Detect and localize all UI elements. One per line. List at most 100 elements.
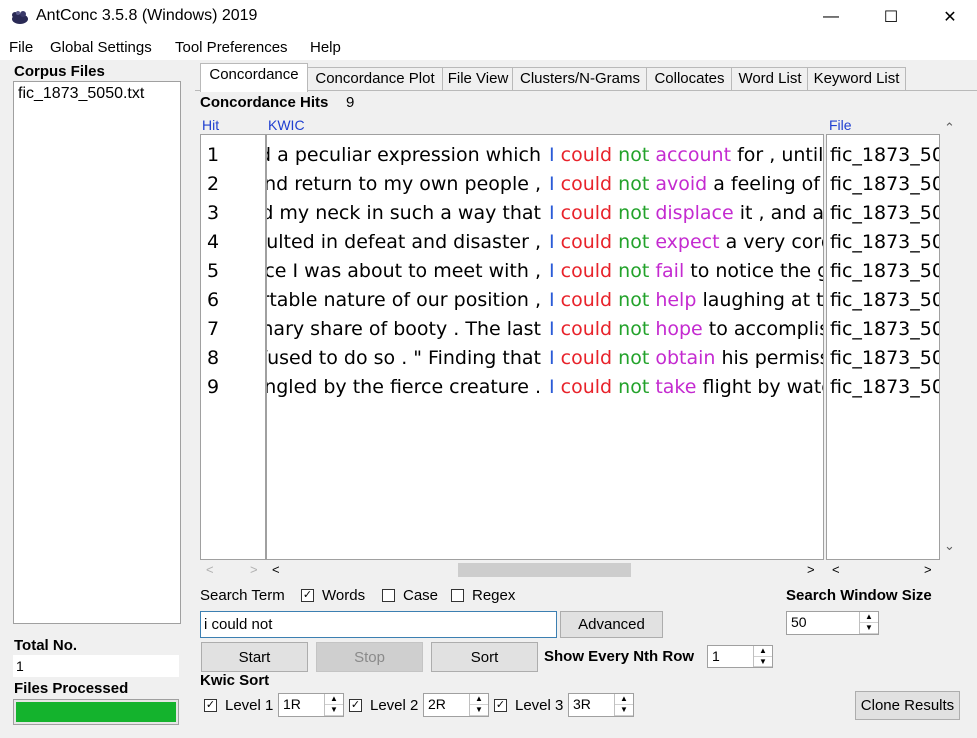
menu-help[interactable]: Help: [310, 39, 341, 56]
level-2-checkbox[interactable]: ✓: [349, 699, 362, 712]
file-horizontal-scrollbar[interactable]: < >: [826, 562, 940, 578]
sort-button[interactable]: Sort: [431, 642, 538, 672]
spin-up-icon[interactable]: ▲: [325, 694, 343, 705]
hit-number: 4: [207, 231, 220, 253]
start-button[interactable]: Start: [201, 642, 308, 672]
menu-file[interactable]: File: [9, 39, 33, 56]
left-context: nd return to my own people ,: [266, 173, 541, 195]
collocate-verb: hope: [655, 318, 703, 340]
scroll-right-icon[interactable]: >: [924, 562, 932, 577]
scroll-down-icon[interactable]: ⌄: [944, 538, 955, 554]
stop-button[interactable]: Stop: [316, 642, 423, 672]
collocate-verb: displace: [655, 202, 734, 224]
tab-word-list[interactable]: Word List: [731, 67, 809, 91]
keyword-i: I: [549, 173, 555, 195]
scroll-left-icon[interactable]: <: [832, 562, 840, 577]
kwic-line[interactable]: inary share of booty . The last I could n…: [267, 315, 823, 344]
hit-column[interactable]: 1 2 3 4 5 6 7 8 9: [200, 134, 266, 560]
kwic-line[interactable]: fused to do so . " Finding that I could n…: [266, 344, 823, 373]
file-column[interactable]: fic_1873_50 fic_1873_50 fic_1873_50 fic_187…: [826, 134, 940, 560]
kwic-line[interactable]: sulted in defeat and disaster , I could n…: [267, 228, 824, 257]
col-header-kwic[interactable]: KWIC: [268, 117, 305, 133]
minimize-button[interactable]: —: [808, 0, 854, 34]
spin-down-icon[interactable]: ▼: [470, 705, 488, 716]
spin-up-icon[interactable]: ▲: [615, 694, 633, 705]
scroll-left-icon[interactable]: <: [272, 562, 280, 577]
maximize-button[interactable]: ☐: [868, 0, 914, 34]
search-window-size-spinner[interactable]: 50 ▲ ▼: [786, 611, 879, 635]
kwic-line[interactable]: d a peculiar expression which I could not…: [267, 141, 824, 170]
right-context: a very cord: [719, 231, 824, 253]
hit-number: 6: [207, 289, 220, 311]
keyword-and-right-context: I could not hope to accomplis: [549, 315, 823, 344]
spin-up-icon[interactable]: ▲: [470, 694, 488, 705]
kwic-horizontal-scrollbar[interactable]: < >: [266, 562, 824, 578]
tab-collocates[interactable]: Collocates: [646, 67, 733, 91]
case-label: Case: [403, 587, 439, 604]
regex-label: Regex: [472, 587, 516, 604]
scroll-right-icon[interactable]: >: [807, 562, 815, 577]
tab-concordance[interactable]: Concordance: [200, 63, 308, 92]
col-header-hit[interactable]: Hit: [202, 117, 219, 133]
hit-number: 2: [207, 173, 220, 195]
keyword-i: I: [549, 318, 555, 340]
advanced-button[interactable]: Advanced: [560, 611, 663, 638]
level-2-label: Level 2: [370, 697, 419, 714]
keyword-and-right-context: I could not obtain his permiss: [549, 344, 823, 373]
close-button[interactable]: ✕: [927, 0, 973, 34]
level-1-spinner[interactable]: 1R ▲ ▼: [278, 693, 344, 717]
collocate-verb: expect: [655, 231, 720, 253]
case-checkbox[interactable]: [382, 589, 395, 602]
spin-down-icon[interactable]: ▼: [325, 705, 343, 716]
spin-up-icon[interactable]: ▲: [754, 646, 772, 657]
keyword-not: not: [618, 347, 650, 369]
nth-row-spinner[interactable]: 1 ▲ ▼: [707, 645, 773, 668]
level-2-spinner[interactable]: 2R ▲ ▼: [423, 693, 489, 717]
spin-down-icon[interactable]: ▼: [754, 657, 772, 667]
corpus-files-list[interactable]: fic_1873_5050.txt: [13, 81, 181, 624]
tab-clusters-ngrams[interactable]: Clusters/N-Grams: [512, 67, 648, 91]
keyword-not: not: [618, 202, 650, 224]
kwic-line[interactable]: d my neck in such a way that I could not …: [267, 199, 824, 228]
tab-concordance-plot[interactable]: Concordance Plot: [306, 67, 444, 91]
scroll-thumb[interactable]: [458, 563, 631, 577]
tab-keyword-list[interactable]: Keyword List: [807, 67, 906, 91]
keyword-and-right-context: I could not expect a very cord: [549, 228, 824, 257]
col-header-file[interactable]: File: [829, 117, 852, 133]
words-checkbox[interactable]: ✓: [301, 589, 314, 602]
tab-file-view[interactable]: File View: [442, 67, 514, 91]
left-context: fused to do so . " Finding that: [266, 347, 541, 369]
regex-checkbox[interactable]: [451, 589, 464, 602]
vertical-scrollbar[interactable]: ⌃ ⌄: [940, 118, 957, 560]
keyword-and-right-context: I could not fail to notice the g: [549, 257, 823, 286]
right-context: for , until: [731, 144, 824, 166]
kwic-line[interactable]: nd return to my own people , I could not …: [266, 170, 823, 199]
menu-global-settings[interactable]: Global Settings: [50, 39, 152, 56]
file-name: fic_1873_50: [830, 260, 940, 282]
kwic-line[interactable]: angled by the fierce creature . I could n…: [267, 373, 823, 402]
level-1-checkbox[interactable]: ✓: [204, 699, 217, 712]
spin-down-icon[interactable]: ▼: [860, 623, 878, 634]
level-3-checkbox[interactable]: ✓: [494, 699, 507, 712]
keyword-i: I: [549, 347, 555, 369]
keyword-i: I: [549, 289, 555, 311]
scroll-right-icon[interactable]: >: [250, 562, 258, 577]
kwic-line[interactable]: rtable nature of our position , I could n…: [267, 286, 824, 315]
window-title: AntConc 3.5.8 (Windows) 2019: [36, 7, 258, 24]
spin-up-icon[interactable]: ▲: [860, 612, 878, 623]
kwic-line[interactable]: ce I was about to meet with , I could not…: [267, 257, 823, 286]
search-term-label: Search Term: [200, 587, 285, 604]
hit-horizontal-scrollbar[interactable]: < >: [200, 562, 266, 578]
scroll-left-icon[interactable]: <: [206, 562, 214, 577]
level-3-spinner[interactable]: 3R ▲ ▼: [568, 693, 634, 717]
search-term-input[interactable]: i could not: [200, 611, 557, 638]
right-context: it , and ag: [739, 202, 824, 224]
scroll-up-icon[interactable]: ⌃: [944, 120, 955, 136]
spin-down-icon[interactable]: ▼: [615, 705, 633, 716]
corpus-file-item[interactable]: fic_1873_5050.txt: [18, 85, 144, 103]
total-no-label: Total No.: [14, 637, 78, 654]
kwic-column[interactable]: d a peculiar expression which I could not…: [266, 134, 824, 560]
right-context: laughing at th: [696, 289, 824, 311]
menu-tool-preferences[interactable]: Tool Preferences: [175, 39, 288, 56]
clone-results-button[interactable]: Clone Results: [855, 691, 960, 720]
